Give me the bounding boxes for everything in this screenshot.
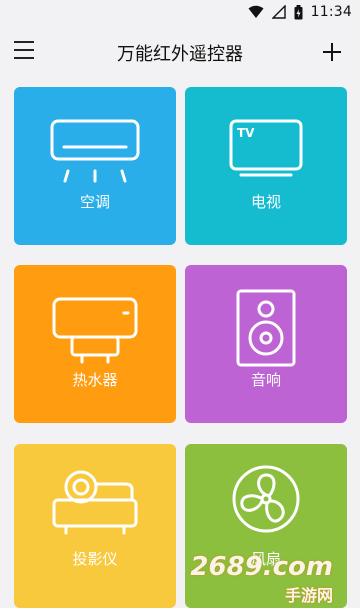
tile-label-projector: 投影仪 — [72, 550, 118, 568]
tile-label-speaker: 音响 — [250, 371, 281, 389]
watermark-sub: 手游网 — [284, 586, 333, 605]
tile-projector[interactable]: 投影仪 — [14, 444, 176, 608]
tv-icon: TV — [229, 119, 303, 177]
tile-tv[interactable]: TV 电视 — [185, 87, 347, 245]
tile-air-conditioner[interactable]: 空调 — [14, 87, 176, 245]
water-heater-icon — [52, 297, 138, 364]
tile-label-tv: 电视 — [250, 193, 281, 211]
fan-icon — [232, 465, 300, 533]
speaker-icon — [236, 289, 296, 367]
watermark-main: 2689.com — [190, 552, 333, 582]
wifi-icon — [248, 5, 264, 18]
air-conditioner-icon — [50, 119, 140, 183]
tile-fan[interactable]: 风扇 2689.com 手游网 — [185, 444, 347, 608]
status-time: 11:34 — [310, 4, 352, 20]
watermark: 2689.com 手游网 — [190, 552, 333, 606]
tile-label-water-heater: 热水器 — [72, 371, 118, 389]
status-bar: 11:34 — [0, 0, 360, 24]
add-remote-button[interactable] — [318, 38, 346, 66]
page-title: 万能红外遥控器 — [117, 44, 243, 65]
tile-label-air-conditioner: 空调 — [79, 193, 110, 211]
signal-icon — [271, 5, 286, 19]
projector-icon — [52, 470, 138, 535]
status-icons: 11:34 — [248, 3, 352, 21]
tile-speaker[interactable]: 音响 — [185, 265, 347, 423]
tv-icon-text: TV — [237, 126, 255, 140]
app-bar: 万能红外遥控器 — [0, 24, 360, 80]
battery-icon — [294, 4, 303, 19]
tile-water-heater[interactable]: 热水器 — [14, 265, 176, 423]
